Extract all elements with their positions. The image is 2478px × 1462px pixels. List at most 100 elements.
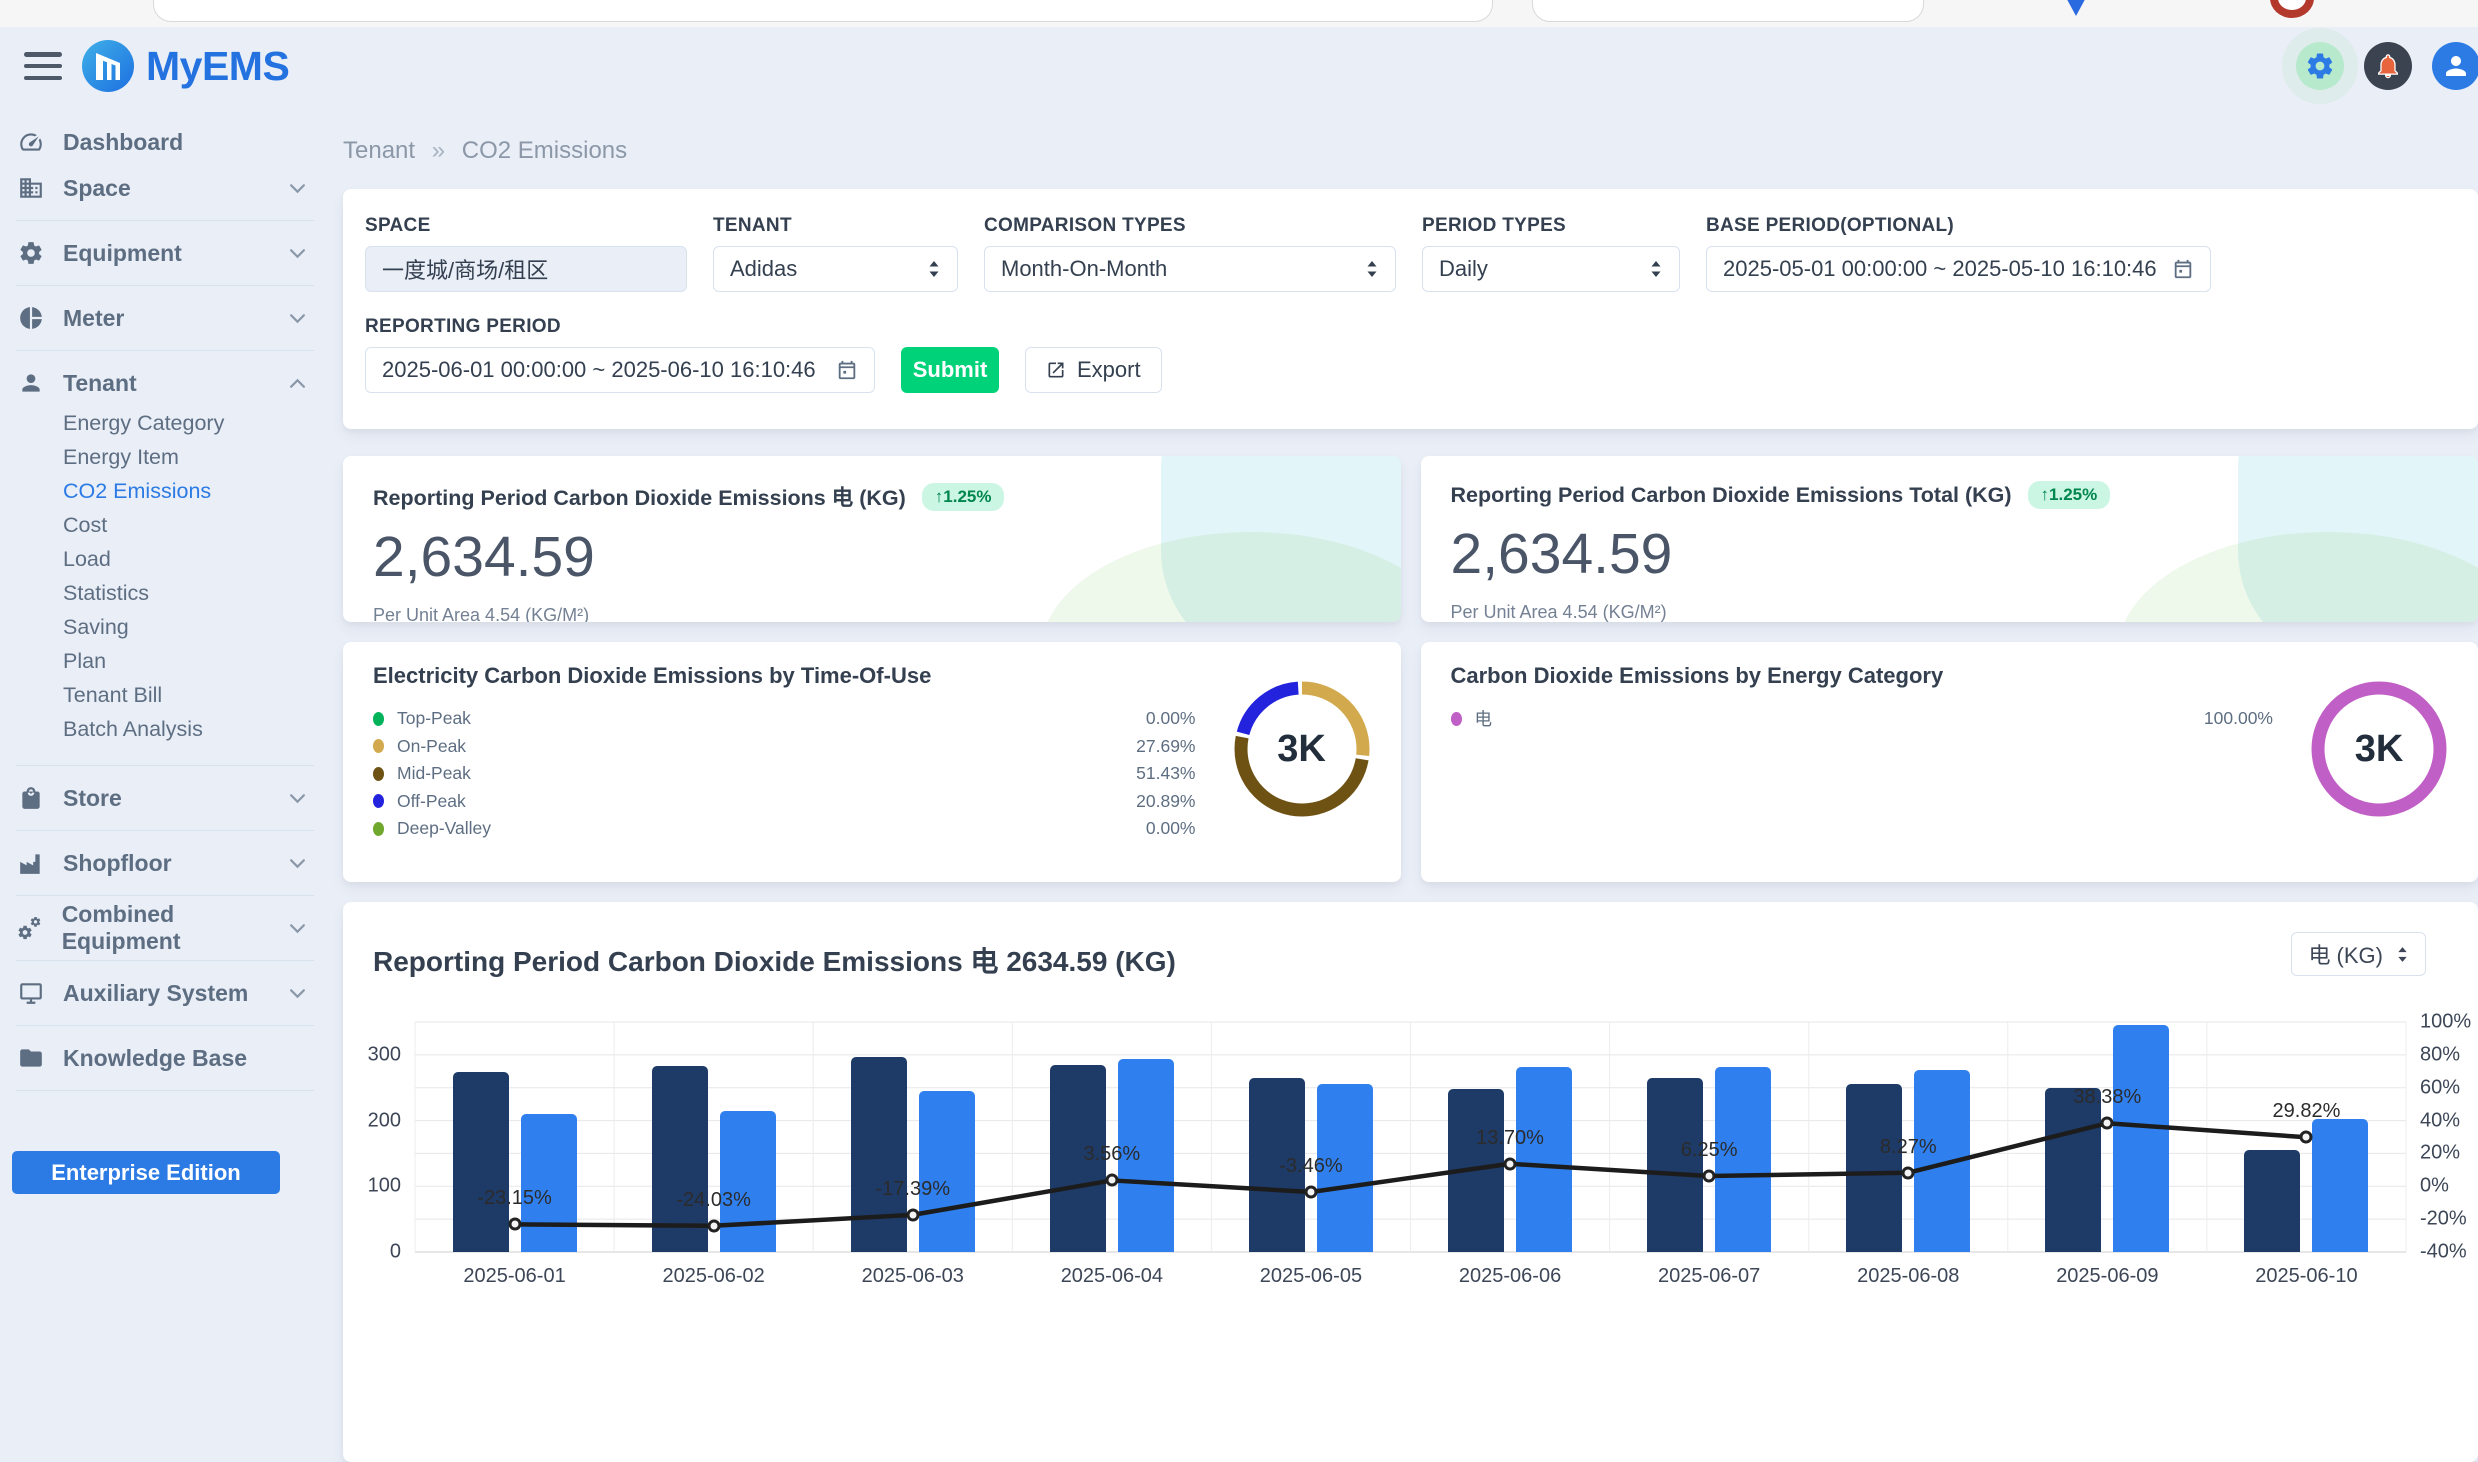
sidebar-item-label: Space: [63, 175, 131, 202]
sidebar-item-combined-equipment[interactable]: Combined Equipment: [0, 905, 330, 951]
reporting-period-bar-2025-06-10[interactable]: [2312, 1119, 2368, 1252]
legend-item-off-peak[interactable]: Off-Peak20.89%: [373, 788, 1196, 816]
settings-gear-icon[interactable]: [2296, 42, 2344, 90]
sidebar-item-label: Tenant: [63, 370, 137, 397]
sidebar-item-auxiliary-system[interactable]: Auxiliary System: [0, 970, 330, 1016]
sidebar-item-saving[interactable]: Saving: [0, 610, 330, 644]
base-period-bar-2025-06-01[interactable]: [453, 1072, 509, 1252]
sidebar-item-cost[interactable]: Cost: [0, 508, 330, 542]
sidebar: Dashboard Space Equipment Meter Tenant Energy…: [0, 105, 330, 1316]
space-input[interactable]: [365, 246, 687, 292]
left-axis-tick: 200: [368, 1109, 401, 1132]
sidebar-item-load[interactable]: Load: [0, 542, 330, 576]
reporting-period-bar-2025-06-02[interactable]: [720, 1111, 776, 1252]
period-types-select[interactable]: Daily: [1422, 246, 1680, 292]
export-button[interactable]: Export: [1025, 347, 1162, 393]
base-period-bar-2025-06-03[interactable]: [851, 1057, 907, 1252]
sidebar-item-meter[interactable]: Meter: [0, 295, 330, 341]
sidebar-item-shopfloor[interactable]: Shopfloor: [0, 840, 330, 886]
line-point-2025-06-10[interactable]: [2300, 1131, 2313, 1144]
sidebar-item-dashboard[interactable]: Dashboard: [0, 119, 330, 165]
legend-item-mid-peak[interactable]: Mid-Peak51.43%: [373, 760, 1196, 788]
line-point-2025-06-08[interactable]: [1902, 1166, 1915, 1179]
breadcrumb: Tenant » CO2 Emissions: [343, 137, 2478, 165]
legend-dot: [373, 739, 384, 753]
line-point-2025-06-07[interactable]: [1703, 1170, 1716, 1183]
sidebar-item-tenant[interactable]: Tenant: [0, 360, 330, 406]
user-avatar[interactable]: [2432, 42, 2478, 90]
browser-red-icon[interactable]: [2270, 0, 2314, 18]
legend-item-on-peak[interactable]: On-Peak27.69%: [373, 733, 1196, 761]
line-point-2025-06-05[interactable]: [1304, 1185, 1317, 1198]
space-field-group: SPACE: [365, 215, 687, 292]
brand-logo[interactable]: MyEMS: [82, 40, 289, 92]
right-axis-tick: -20%: [2420, 1208, 2467, 1231]
sidebar-item-energy-category[interactable]: Energy Category: [0, 406, 330, 440]
comparison-select[interactable]: Month-On-Month: [984, 246, 1396, 292]
line-point-2025-06-04[interactable]: [1105, 1174, 1118, 1187]
breadcrumb-separator: »: [432, 137, 445, 164]
reporting-period-bar-2025-06-03[interactable]: [919, 1091, 975, 1252]
folder-icon: [16, 1043, 46, 1073]
sidebar-divider: [16, 960, 314, 961]
line-point-2025-06-01[interactable]: [508, 1218, 521, 1231]
base-period-bar-2025-06-06[interactable]: [1448, 1089, 1504, 1252]
base-period-bar-2025-06-09[interactable]: [2045, 1088, 2101, 1252]
x-axis-label: 2025-06-09: [2056, 1265, 2158, 1288]
line-point-2025-06-06[interactable]: [1504, 1157, 1517, 1170]
browser-address-bar[interactable]: [153, 0, 1493, 22]
browser-secondary-box[interactable]: [1532, 0, 1924, 22]
base-period-bar-2025-06-10[interactable]: [2244, 1150, 2300, 1253]
breadcrumb-parent[interactable]: Tenant: [343, 137, 415, 164]
sidebar-item-plan[interactable]: Plan: [0, 644, 330, 678]
chart-unit-select[interactable]: 电 (KG): [2291, 932, 2426, 976]
legend-item-top-peak[interactable]: Top-Peak0.00%: [373, 705, 1196, 733]
sidebar-item-tenant-bill[interactable]: Tenant Bill: [0, 678, 330, 712]
legend-item-[interactable]: 电100.00%: [1451, 705, 2274, 733]
sidebar-item-co2-emissions[interactable]: CO2 Emissions: [0, 474, 330, 508]
base-period-bar-2025-06-07[interactable]: [1647, 1078, 1703, 1252]
tenant-select[interactable]: Adidas: [713, 246, 958, 292]
reporting-period-bar-2025-06-09[interactable]: [2113, 1025, 2169, 1252]
sidebar-item-store[interactable]: Store: [0, 775, 330, 821]
sidebar-item-energy-item[interactable]: Energy Item: [0, 440, 330, 474]
increase-badge: ↑1.25%: [922, 483, 1005, 511]
legend-dot: [373, 767, 384, 781]
base-period-input[interactable]: 2025-05-01 00:00:00 ~ 2025-05-10 16:10:4…: [1706, 246, 2211, 292]
reporting-period-bar-2025-06-06[interactable]: [1516, 1067, 1572, 1252]
brand-name: MyEMS: [146, 43, 289, 90]
comparison-label: COMPARISON TYPES: [984, 215, 1396, 237]
browser-blue-icon[interactable]: [2063, 0, 2089, 16]
browser-chrome-strip: [0, 0, 2478, 27]
line-point-2025-06-02[interactable]: [707, 1219, 720, 1232]
right-axis-tick: 80%: [2420, 1043, 2460, 1066]
sidebar-item-knowledge-base[interactable]: Knowledge Base: [0, 1035, 330, 1081]
donut-legend-0: Top-Peak0.00%On-Peak27.69%Mid-Peak51.43%…: [373, 705, 1196, 843]
gears-icon: [16, 913, 45, 943]
hamburger-menu-icon[interactable]: [24, 52, 62, 80]
legend-item-deep-valley[interactable]: Deep-Valley0.00%: [373, 815, 1196, 843]
notification-bell-icon[interactable]: [2364, 42, 2412, 90]
reporting-period-bar-2025-06-01[interactable]: [521, 1114, 577, 1252]
sidebar-divider: [16, 830, 314, 831]
main-content: Tenant » CO2 Emissions SPACE TENANT Adid…: [330, 105, 2478, 1316]
sidebar-item-label: Auxiliary System: [63, 980, 248, 1007]
metric-card-total: Reporting Period Carbon Dioxide Emission…: [1421, 456, 2478, 622]
metric-subtext: Per Unit Area 4.54 (KG/M²): [1451, 602, 2478, 622]
chevron-down-icon: [289, 923, 306, 934]
myems-logo-icon: [82, 40, 134, 92]
reporting-period-input[interactable]: 2025-06-01 00:00:00 ~ 2025-06-10 16:10:4…: [365, 347, 875, 393]
enterprise-edition-button[interactable]: Enterprise Edition: [12, 1151, 280, 1194]
sidebar-item-batch-analysis[interactable]: Batch Analysis: [0, 712, 330, 746]
base-period-bar-2025-06-08[interactable]: [1846, 1084, 1902, 1252]
line-point-2025-06-03[interactable]: [906, 1208, 919, 1221]
sidebar-item-statistics[interactable]: Statistics: [0, 576, 330, 610]
base-period-bar-2025-06-02[interactable]: [652, 1066, 708, 1252]
sidebar-item-equipment[interactable]: Equipment: [0, 230, 330, 276]
updown-arrows-icon: [1649, 260, 1663, 278]
submit-button[interactable]: Submit: [901, 347, 999, 393]
reporting-period-bar-2025-06-08[interactable]: [1914, 1070, 1970, 1252]
line-point-2025-06-09[interactable]: [2101, 1117, 2114, 1130]
sidebar-item-space[interactable]: Space: [0, 165, 330, 211]
chevron-down-icon: [289, 793, 306, 804]
